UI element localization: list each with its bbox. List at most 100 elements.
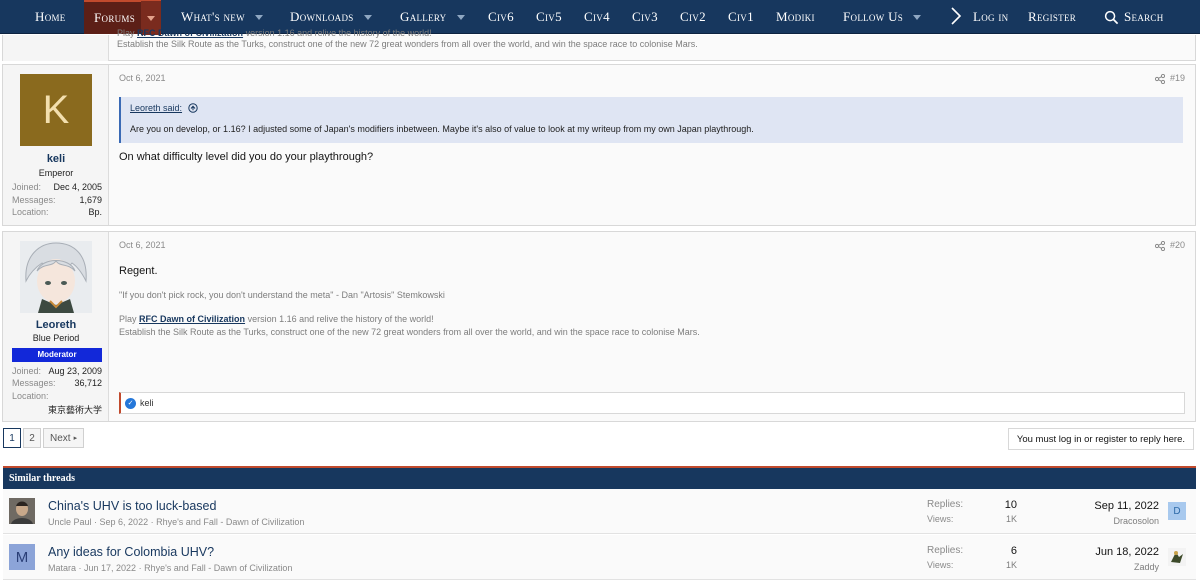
nav-civ4-label: Civ4 <box>584 9 610 24</box>
nav-civ2[interactable]: Civ2 <box>680 0 706 34</box>
chevron-down-icon[interactable] <box>913 14 922 20</box>
post-date[interactable]: Oct 6, 2021 <box>119 73 166 83</box>
signature-link[interactable]: RFC Dawn of Civilization <box>137 28 243 38</box>
stat-value: Bp. <box>88 207 102 217</box>
signature-prefix: Play <box>117 28 135 38</box>
quote-text: Are you on develop, or 1.16? I adjusted … <box>130 124 754 134</box>
thread-date[interactable]: Sep 6, 2022 <box>100 517 149 527</box>
stat-key: Joined: <box>12 182 42 192</box>
nav-modiki[interactable]: Modiki <box>776 0 815 34</box>
username[interactable]: keli <box>3 153 109 165</box>
views-count: 1K <box>1005 514 1017 524</box>
avatar-letter: D <box>1173 505 1181 517</box>
reactions-users[interactable]: keli <box>140 398 154 408</box>
signature-prefix: Play <box>119 314 137 324</box>
nav-gallery-label: Gallery <box>400 9 447 24</box>
signature-suffix: version 1.16 and relive the history of t… <box>247 314 434 324</box>
thread-author[interactable]: Matara <box>48 563 76 573</box>
chevron-down-icon <box>147 15 156 21</box>
replies-count: 6 <box>1010 545 1017 557</box>
similar-thread-row[interactable]: M Any ideas for Colombia UHV? Matara · J… <box>3 535 1196 580</box>
nav-follow-us[interactable]: Follow Us <box>843 0 922 34</box>
reactions-bar[interactable]: ✓ keli <box>119 392 1185 414</box>
thread-date[interactable]: Jun 17, 2022 <box>84 563 136 573</box>
signature-line1: Play RFC Dawn of Civilization version 1.… <box>119 314 434 324</box>
user-stat-location-value: 東京藝術大学 <box>12 403 102 416</box>
avatar[interactable] <box>9 498 35 524</box>
user-stat-joined: Joined: Dec 4, 2005 <box>12 182 102 192</box>
thread-forum[interactable]: Rhye's and Fall - Dawn of Civilization <box>144 563 292 573</box>
views-label: Views: <box>927 514 954 524</box>
page-1-button[interactable]: 1 <box>3 428 21 448</box>
username[interactable]: Leoreth <box>3 319 109 331</box>
stat-key: Location: <box>12 207 49 217</box>
thread-title[interactable]: China's UHV is too luck-based <box>48 499 216 513</box>
post-body: Oct 6, 2021 #19 Leoreth said: Are you on… <box>110 65 1195 225</box>
avatar[interactable]: M <box>9 544 35 570</box>
signature-line2: Establish the Silk Route as the Turks, c… <box>119 327 700 337</box>
views-label: Views: <box>927 560 954 570</box>
nav-civ5[interactable]: Civ5 <box>536 0 562 34</box>
user-stat-location: Location: <box>12 391 102 401</box>
chevron-down-icon[interactable] <box>254 14 263 20</box>
nav-register[interactable]: Register <box>1028 0 1076 34</box>
replies-count: 10 <box>1004 499 1017 511</box>
last-post-user[interactable]: Dracosolon <box>1113 516 1159 526</box>
stat-value: Aug 23, 2009 <box>48 366 102 376</box>
post-19: K keli Emperor Joined: Dec 4, 2005 Messag… <box>2 64 1196 226</box>
page-2-button[interactable]: 2 <box>23 428 41 448</box>
post-number[interactable]: #19 <box>1170 73 1185 83</box>
avatar-letter: M <box>15 548 29 566</box>
post-20: Leoreth Blue Period Moderator Joined: Aug… <box>2 231 1196 422</box>
quote-author[interactable]: Leoreth said: <box>130 103 198 113</box>
similar-threads-heading: Similar threads <box>3 466 1196 489</box>
user-title: Emperor <box>38 168 74 178</box>
next-page-button[interactable]: Next ▸ <box>43 428 85 448</box>
nav-civ4[interactable]: Civ4 <box>584 0 610 34</box>
nav-search[interactable]: Search <box>1104 0 1164 34</box>
last-post-date[interactable]: Jun 18, 2022 <box>1095 546 1159 558</box>
previous-post-fragment: Play RFC Dawn of Civilization version 1.… <box>2 28 1196 61</box>
signature-link[interactable]: RFC Dawn of Civilization <box>139 314 245 324</box>
last-post-date[interactable]: Sep 11, 2022 <box>1094 500 1159 512</box>
thread-forum[interactable]: Rhye's and Fall - Dawn of Civilization <box>156 517 304 527</box>
chevron-down-icon[interactable] <box>363 14 372 20</box>
previous-post-user-column <box>3 35 109 61</box>
post-date[interactable]: Oct 6, 2021 <box>119 240 166 250</box>
avatar[interactable] <box>1168 548 1186 566</box>
user-title: Blue Period <box>32 333 80 343</box>
views-count: 1K <box>1005 560 1017 570</box>
login-required-note[interactable]: You must log in or register to reply her… <box>1007 428 1194 450</box>
thread-meta: Matara · Jun 17, 2022 · Rhye's and Fall … <box>48 563 293 573</box>
nav-downloads-label: Downloads <box>290 9 354 24</box>
thread-author[interactable]: Uncle Paul <box>48 517 92 527</box>
next-label: Next <box>50 432 71 444</box>
nav-civ1-label: Civ1 <box>728 9 754 24</box>
avatar[interactable]: K <box>20 74 92 146</box>
last-post-user[interactable]: Zaddy <box>1134 562 1159 572</box>
nav-civ6[interactable]: Civ6 <box>488 0 514 34</box>
share-icon[interactable] <box>1155 241 1165 251</box>
nav-home[interactable]: Home <box>35 0 66 34</box>
nav-civ3[interactable]: Civ3 <box>632 0 658 34</box>
chevron-down-icon[interactable] <box>456 14 465 20</box>
thread-title[interactable]: Any ideas for Colombia UHV? <box>48 545 214 559</box>
moderator-badge: Moderator <box>12 348 102 362</box>
post-message: On what difficulty level did you do your… <box>119 151 374 163</box>
avatar[interactable] <box>20 241 92 313</box>
chevron-right-icon <box>951 7 962 25</box>
previous-signature-line1: Play RFC Dawn of Civilization version 1.… <box>117 28 432 38</box>
post-number[interactable]: #20 <box>1170 240 1185 250</box>
nav-civ3-label: Civ3 <box>632 9 658 24</box>
signature-quote: "If you don't pick rock, you don't under… <box>119 290 445 300</box>
stat-value: Dec 4, 2005 <box>53 182 102 192</box>
avatar[interactable]: D <box>1168 502 1186 520</box>
similar-thread-row[interactable]: China's UHV is too luck-based Uncle Paul… <box>3 489 1196 534</box>
stat-key: Joined: <box>12 366 42 376</box>
arrow-up-circle-icon[interactable] <box>188 103 198 113</box>
user-stat-location: Location: Bp. <box>12 207 102 217</box>
nav-civ1[interactable]: Civ1 <box>728 0 754 34</box>
nav-login[interactable]: Log in <box>973 0 1009 34</box>
avatar-letter: K <box>42 87 70 132</box>
share-icon[interactable] <box>1155 74 1165 84</box>
